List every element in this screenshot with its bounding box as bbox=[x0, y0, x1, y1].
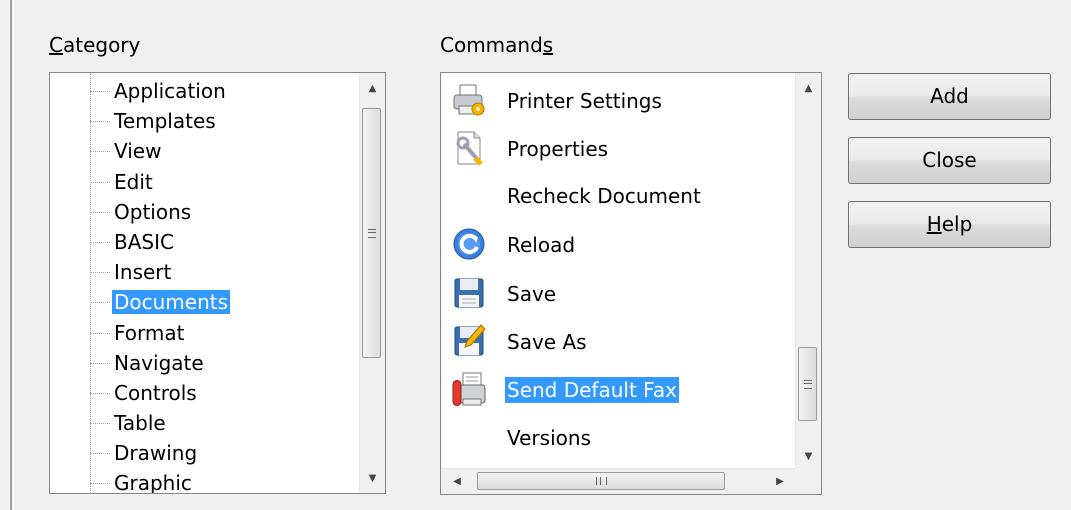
command-item-label: Recheck Document bbox=[507, 184, 701, 208]
close-button[interactable]: Close bbox=[848, 137, 1051, 184]
scroll-left-arrow-icon[interactable]: ◀ bbox=[445, 469, 469, 494]
command-item[interactable]: Send Default Fax bbox=[441, 367, 796, 411]
tree-branch-line bbox=[90, 121, 110, 123]
scroll-down-arrow-icon[interactable]: ▼ bbox=[796, 445, 821, 469]
tree-branch-line bbox=[90, 362, 110, 364]
category-item-label: Documents bbox=[112, 290, 231, 315]
fax-icon bbox=[451, 371, 487, 407]
category-item-label: Controls bbox=[114, 380, 197, 405]
tree-branch-line bbox=[90, 453, 110, 455]
category-item[interactable]: View bbox=[50, 139, 360, 169]
tree-branch-line bbox=[90, 151, 110, 153]
save-icon bbox=[451, 275, 487, 311]
category-item-label: BASIC bbox=[114, 229, 174, 254]
category-item[interactable]: Templates bbox=[50, 109, 360, 139]
category-item-label: Application bbox=[114, 79, 226, 103]
category-item-label: Edit bbox=[114, 169, 153, 194]
command-item-label: Printer Settings bbox=[507, 89, 662, 113]
command-item[interactable]: Reload bbox=[441, 222, 796, 266]
command-item-label: Reload bbox=[507, 233, 576, 257]
command-item[interactable]: Printer Settings bbox=[441, 78, 796, 122]
commands-scroll-thumb[interactable] bbox=[798, 347, 817, 421]
tree-branch-line bbox=[90, 332, 110, 334]
category-item-label: Options bbox=[114, 199, 192, 224]
category-item[interactable]: Documents bbox=[50, 290, 360, 320]
left-divider-highlight bbox=[13, 0, 14, 510]
category-tree[interactable]: Application Templates View Edit Options BASIC… bbox=[49, 72, 386, 494]
scroll-down-arrow-icon[interactable]: ▼ bbox=[360, 467, 385, 491]
command-item[interactable]: Versions bbox=[441, 415, 796, 459]
commands-scrollbar[interactable]: ▲ ▼ bbox=[795, 73, 821, 469]
category-items: Application Templates View Edit Options BASIC… bbox=[50, 79, 360, 494]
category-scroll-thumb[interactable] bbox=[362, 108, 381, 358]
command-item-label: Save As bbox=[507, 330, 587, 354]
category-item[interactable]: Insert bbox=[50, 260, 360, 290]
category-item[interactable]: Application bbox=[50, 79, 360, 109]
left-divider bbox=[10, 0, 12, 510]
category-item-label: Insert bbox=[114, 260, 172, 285]
category-item[interactable]: Format bbox=[50, 321, 360, 351]
category-item[interactable]: Drawing bbox=[50, 441, 360, 471]
category-scrollbar[interactable]: ▲ ▼ bbox=[359, 73, 385, 493]
tree-branch-line bbox=[90, 272, 110, 274]
tree-branch-line bbox=[90, 211, 110, 213]
tree-branch-line bbox=[90, 181, 110, 183]
commands-label: Commands bbox=[440, 33, 554, 57]
help-button[interactable]: Help bbox=[848, 201, 1051, 248]
command-item[interactable]: Properties bbox=[441, 126, 796, 170]
command-item[interactable]: Recheck Document bbox=[441, 173, 796, 217]
category-item[interactable]: BASIC bbox=[50, 230, 360, 260]
command-item-label: Save bbox=[507, 282, 557, 306]
category-label: Category bbox=[49, 33, 141, 57]
category-item[interactable]: Navigate bbox=[50, 351, 360, 381]
category-item-label: Drawing bbox=[114, 441, 198, 466]
category-item-label: Graphic bbox=[114, 471, 192, 494]
commands-hscroll-thumb[interactable] bbox=[477, 472, 725, 490]
reload-icon bbox=[451, 226, 487, 262]
category-item-label: Format bbox=[114, 320, 185, 345]
scroll-up-arrow-icon[interactable]: ▲ bbox=[796, 77, 821, 101]
command-item[interactable]: Save As bbox=[441, 319, 796, 363]
category-item-label: View bbox=[114, 139, 162, 164]
printer-icon bbox=[451, 82, 487, 118]
commands-list[interactable]: Printer Settings Properties Recheck Docume… bbox=[440, 72, 822, 495]
tree-branch-line bbox=[90, 302, 110, 304]
category-item-label: Table bbox=[114, 411, 166, 436]
command-item-label: Properties bbox=[507, 137, 609, 161]
command-item-label: Versions bbox=[507, 426, 591, 450]
category-item[interactable]: Controls bbox=[50, 381, 360, 411]
category-item[interactable]: Options bbox=[50, 200, 360, 230]
scroll-corner bbox=[796, 469, 821, 494]
save-as-icon bbox=[451, 323, 487, 359]
scroll-up-arrow-icon[interactable]: ▲ bbox=[360, 77, 385, 101]
category-item[interactable]: Graphic bbox=[50, 471, 360, 494]
command-item-label: Send Default Fax bbox=[505, 377, 679, 403]
add-button[interactable]: Add bbox=[848, 73, 1051, 120]
tree-branch-line bbox=[90, 91, 110, 92]
tree-branch-line bbox=[90, 423, 110, 425]
category-item-label: Navigate bbox=[114, 350, 204, 375]
command-item[interactable]: Save bbox=[441, 271, 796, 315]
category-item[interactable]: Table bbox=[50, 411, 360, 441]
commands-hscrollbar[interactable]: ◀ ▶ bbox=[441, 468, 796, 494]
tree-branch-line bbox=[90, 241, 110, 243]
scroll-right-arrow-icon[interactable]: ▶ bbox=[768, 469, 792, 494]
properties-icon bbox=[451, 130, 487, 166]
category-item-label: Templates bbox=[114, 109, 216, 134]
tree-branch-line bbox=[90, 392, 110, 394]
category-item[interactable]: Edit bbox=[50, 170, 360, 200]
tree-branch-line bbox=[90, 483, 110, 485]
